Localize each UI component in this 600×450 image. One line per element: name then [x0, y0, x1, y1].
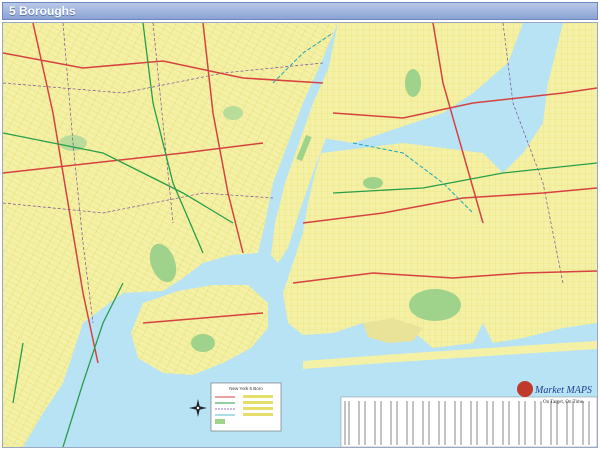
park-forest [363, 177, 383, 189]
brand-name: Market MAPS [534, 385, 592, 396]
window-title: 5 Boroughs [9, 4, 76, 18]
park-jfk-airport [409, 289, 461, 321]
map-legend: New York 5 Boro [210, 382, 282, 432]
map-canvas[interactable]: New York 5 Boro Market MAPS On Target, O… [2, 22, 598, 448]
map-viewer: 5 Boroughs New York 5 Boro Market MAPS O… [0, 0, 600, 450]
legend-title: New York 5 Boro [229, 386, 263, 391]
park-nj-2 [223, 106, 243, 120]
title-bar: 5 Boroughs [2, 2, 598, 20]
park-pelham [405, 69, 421, 97]
park-si [191, 334, 215, 352]
brand-tagline: On Target, On Time. [543, 400, 584, 405]
